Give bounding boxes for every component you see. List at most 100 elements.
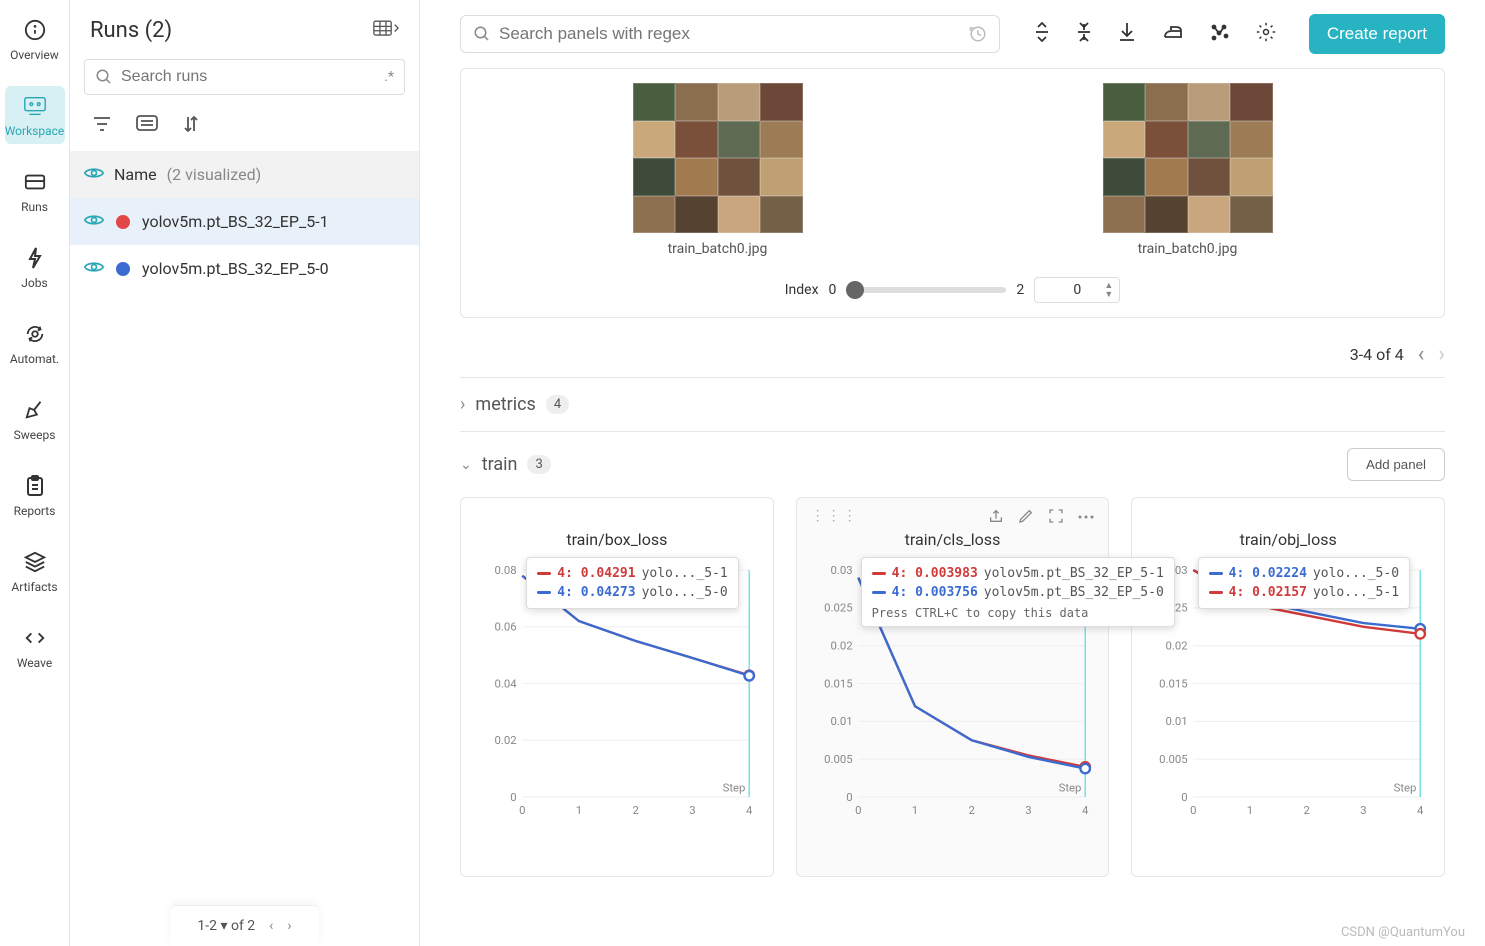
svg-text:1: 1 [1247, 803, 1253, 817]
svg-text:0.005: 0.005 [1159, 752, 1187, 766]
gear-icon[interactable] [1256, 22, 1276, 46]
chart-panel[interactable]: ⋮⋮⋮ train/cls_loss00.0050.010.0150.020.0… [796, 497, 1110, 877]
chevron-right-icon: › [460, 394, 465, 415]
filter-icon[interactable] [92, 115, 112, 137]
next-page-icon[interactable]: › [287, 918, 291, 934]
nav-label: Reports [14, 504, 56, 518]
prev-icon[interactable]: ‹ [1418, 342, 1425, 367]
svg-text:0.01: 0.01 [1166, 714, 1188, 728]
svg-text:0: 0 [846, 790, 852, 804]
collapse-v-icon[interactable] [1076, 22, 1092, 46]
download-icon[interactable] [1118, 22, 1136, 46]
svg-text:3: 3 [1361, 803, 1367, 817]
index-value: 0 [1073, 282, 1081, 298]
chart-tooltip: 4: 0.003983 yolov5m.pt_BS_32_EP_5-14: 0.… [861, 557, 1175, 627]
chart-tooltip: 4: 0.04291 yolo..._5-14: 0.04273 yolo...… [526, 557, 738, 609]
media-panel: train_batch0.jpg train_batch0.jpg Index 0… [460, 68, 1445, 318]
layers-icon [21, 548, 49, 576]
svg-text:0: 0 [1182, 790, 1188, 804]
runs-list: Name (2 visualized) yolov5m.pt_BS_32_EP_… [70, 151, 419, 905]
section-name: train [482, 454, 518, 475]
section-train[interactable]: ⌄ train 3 Add panel [460, 431, 1445, 497]
stepper-down-icon[interactable]: ▼ [1104, 289, 1113, 300]
runs-list-header-count: (2 visualized) [167, 165, 262, 184]
thumbnail[interactable] [633, 83, 803, 233]
fullscreen-icon[interactable] [1048, 508, 1064, 528]
svg-text:0: 0 [855, 803, 861, 817]
nav-reports[interactable]: Reports [5, 466, 65, 524]
svg-text:0.06: 0.06 [495, 620, 517, 634]
left-nav: Overview Workspace Runs Jobs Automat. Sw… [0, 0, 70, 946]
run-item[interactable]: yolov5m.pt_BS_32_EP_5-1 [70, 198, 419, 245]
svg-text:Step: Step [1394, 780, 1417, 794]
nav-jobs[interactable]: Jobs [5, 238, 65, 296]
caption: train_batch0.jpg [1138, 241, 1238, 257]
panel-search-input[interactable] [499, 24, 969, 44]
svg-text:1: 1 [576, 803, 582, 817]
sort-icon[interactable] [182, 115, 200, 137]
chart-area[interactable]: 00.0050.010.0150.020.0250.0301234Step4: … [1146, 553, 1430, 833]
history-icon[interactable] [969, 25, 987, 43]
runs-search-input[interactable] [121, 68, 384, 86]
chart-area[interactable]: 00.020.040.060.0801234Step4: 0.04291 yol… [475, 553, 759, 833]
nav-label: Runs [21, 200, 48, 214]
nav-workspace[interactable]: Workspace [5, 86, 65, 144]
add-panel-button[interactable]: Add panel [1347, 448, 1445, 481]
svg-text:4: 4 [746, 803, 753, 817]
group-icon[interactable] [136, 115, 158, 137]
create-report-button[interactable]: Create report [1309, 14, 1445, 54]
search-icon [473, 25, 491, 43]
svg-text:0.08: 0.08 [495, 563, 517, 577]
index-input[interactable]: 0 ▲ ▼ [1034, 277, 1120, 303]
svg-text:0.03: 0.03 [830, 563, 852, 577]
more-icon[interactable] [1078, 508, 1094, 528]
prev-page-icon[interactable]: ‹ [269, 918, 273, 934]
scatter-icon[interactable] [1210, 23, 1230, 45]
chart-area[interactable]: 00.0050.010.0150.020.0250.0301234Step4: … [811, 553, 1095, 833]
nav-label: Automat. [10, 352, 59, 366]
index-min: 0 [829, 282, 837, 298]
svg-text:0.015: 0.015 [824, 676, 852, 690]
nav-weave[interactable]: Weave [5, 618, 65, 676]
index-label: Index [785, 282, 819, 298]
runs-list-header[interactable]: Name (2 visualized) [70, 151, 419, 198]
svg-text:1: 1 [911, 803, 917, 817]
svg-text:Step: Step [1058, 780, 1081, 794]
next-icon[interactable]: › [1438, 342, 1445, 367]
search-icon [95, 68, 113, 86]
index-slider[interactable] [846, 287, 1006, 293]
eye-icon[interactable] [84, 259, 104, 278]
thumbnail[interactable] [1103, 83, 1273, 233]
chart-title: train/box_loss [475, 530, 759, 549]
expand-v-icon[interactable] [1034, 22, 1050, 46]
nav-automat[interactable]: Automat. [5, 314, 65, 372]
nav-artifacts[interactable]: Artifacts [5, 542, 65, 600]
nav-runs[interactable]: Runs [5, 162, 65, 220]
media-item[interactable]: train_batch0.jpg [1103, 83, 1273, 257]
table-toggle-icon[interactable] [373, 19, 399, 43]
svg-text:2: 2 [633, 803, 639, 817]
panel-search[interactable] [460, 15, 1000, 53]
run-item[interactable]: yolov5m.pt_BS_32_EP_5-0 [70, 245, 419, 292]
iron-icon[interactable] [1162, 24, 1184, 44]
nav-overview[interactable]: Overview [5, 10, 65, 68]
media-item[interactable]: train_batch0.jpg [633, 83, 803, 257]
nav-sweeps[interactable]: Sweeps [5, 390, 65, 448]
eye-icon[interactable] [84, 165, 104, 184]
section-metrics[interactable]: › metrics 4 [460, 377, 1445, 431]
edit-icon[interactable] [1018, 508, 1034, 528]
svg-text:0.015: 0.015 [1159, 676, 1187, 690]
chart-panel[interactable]: train/box_loss00.020.040.060.0801234Step… [460, 497, 774, 877]
info-icon [21, 16, 49, 44]
drag-handle-icon[interactable]: ⋮⋮⋮ [811, 508, 859, 524]
runs-search[interactable]: .* [84, 59, 405, 95]
share-icon[interactable] [988, 508, 1004, 528]
color-dot [116, 262, 130, 276]
runs-pagination: 1-2 ▾ of 2 ‹ › [170, 905, 319, 946]
content: train_batch0.jpg train_batch0.jpg Index 0… [420, 68, 1485, 946]
top-bar: Create report [420, 0, 1485, 68]
slider-thumb[interactable] [846, 281, 864, 299]
chart-panel[interactable]: train/obj_loss00.0050.010.0150.020.0250.… [1131, 497, 1445, 877]
eye-icon[interactable] [84, 212, 104, 231]
svg-text:0: 0 [510, 790, 516, 804]
